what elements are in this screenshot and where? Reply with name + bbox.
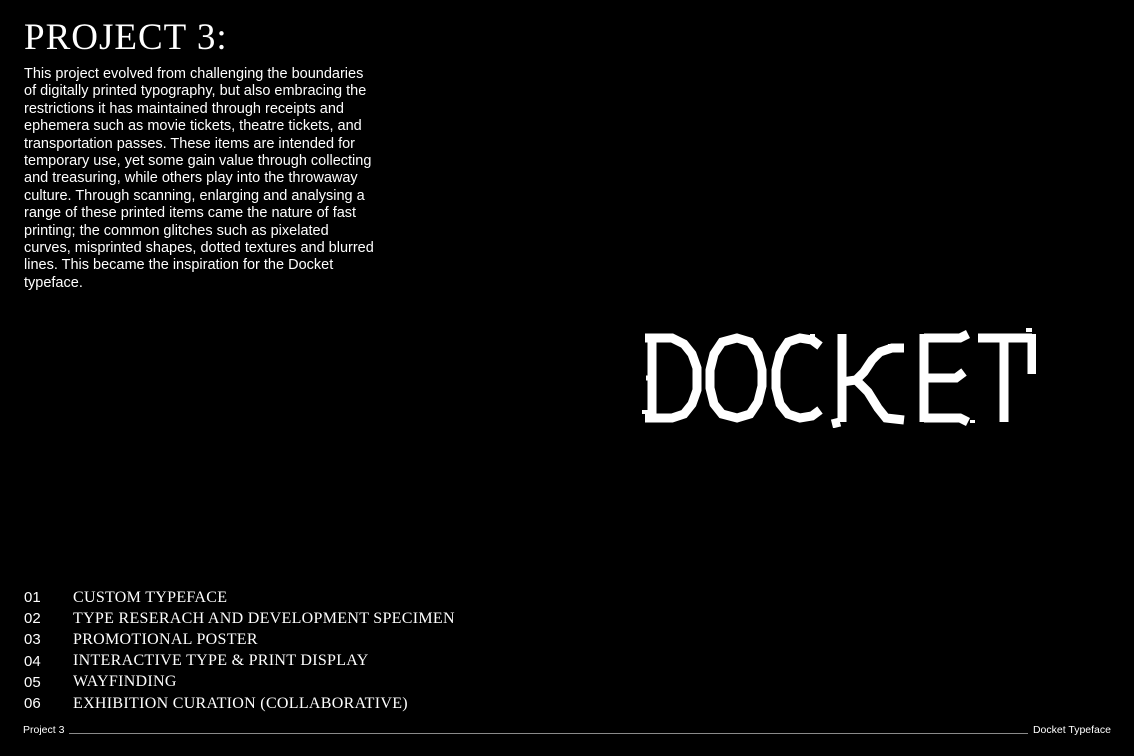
list-item-label: Interactive Type & Print Display <box>73 652 369 670</box>
list-item-label: Wayfinding <box>73 673 177 691</box>
list-item-number: 05 <box>24 673 41 691</box>
footer-project-label: Project 3 <box>23 724 65 736</box>
project-description: This project evolved from challenging th… <box>24 66 374 291</box>
list-item-label: Exhibition Curation (Collaborative) <box>73 694 408 712</box>
page-title: PROJECT 3: <box>24 17 228 58</box>
list-item: 03 Promotional Poster <box>24 629 455 650</box>
list-item-number: 04 <box>24 652 41 670</box>
list-item-number: 03 <box>24 631 41 649</box>
list-item-number: 06 <box>24 695 41 713</box>
list-item-number: 01 <box>24 589 41 607</box>
list-item-number: 02 <box>24 610 41 628</box>
list-item: 05 Wayfinding <box>24 672 455 693</box>
list-item-label: Type Reserach and Development Specimen <box>73 609 455 627</box>
list-item: 04 Interactive Type & Print Display <box>24 651 455 672</box>
list-item: 01 Custom Typeface <box>24 587 455 608</box>
list-item: 02 Type Reserach and Development Specime… <box>24 608 455 629</box>
deliverables-list: 01 Custom Typeface 02 Type Reserach and … <box>24 587 455 714</box>
footer-divider <box>69 732 1028 734</box>
list-item-label: Promotional Poster <box>73 630 258 648</box>
list-item: 06 Exhibition Curation (Collaborative) <box>24 693 455 714</box>
page-footer: Project 3 Docket Typeface <box>23 722 1111 738</box>
docket-wordmark-graphic <box>642 328 1036 428</box>
list-item-label: Custom Typeface <box>73 588 228 606</box>
docket-wordmark <box>642 328 1036 428</box>
footer-typeface-label: Docket Typeface <box>1032 724 1111 736</box>
